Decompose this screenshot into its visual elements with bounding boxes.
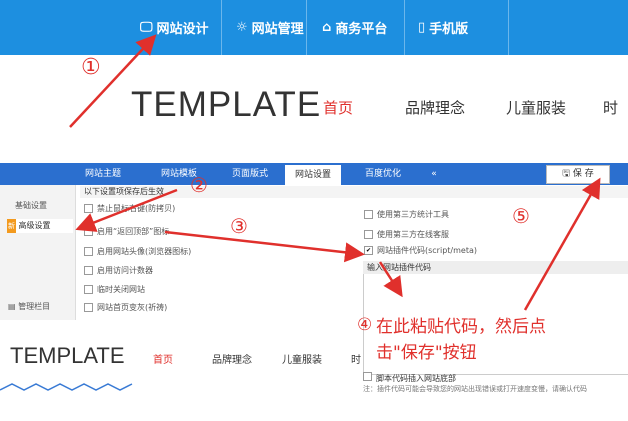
instruction-line-2: 击"保存"按钮 [376,343,477,363]
instruction-text: 在此粘贴代码，然后点 击"保存"按钮 [376,314,546,366]
step-5-marker: ⑤ [512,204,530,228]
step-4-marker: ④ [357,315,373,335]
arrow-step-4 [378,261,403,298]
arrow-step-3 [164,230,365,263]
step-3-marker: ③ [230,214,248,238]
instruction-line-1: 在此粘贴代码，然后点 [376,317,546,337]
arrow-step-1 [69,34,157,128]
step-2-marker: ② [190,173,208,197]
arrow-step-2 [75,188,178,232]
wavy-divider [0,383,133,391]
step-1-marker: ① [81,55,101,80]
arrow-step-5 [523,177,601,311]
